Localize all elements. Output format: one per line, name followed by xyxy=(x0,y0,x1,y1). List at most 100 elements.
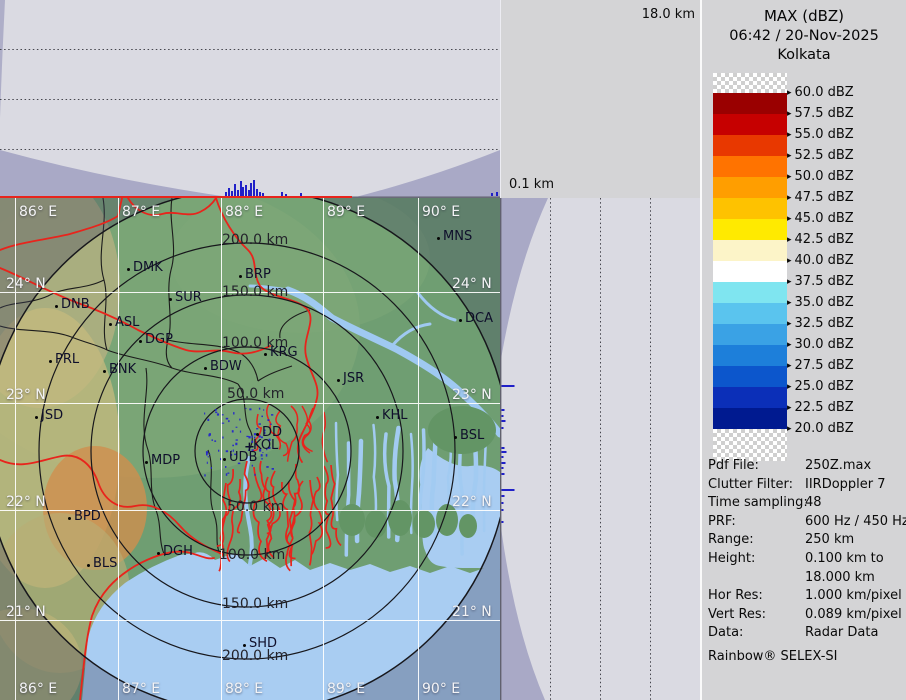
legend-level-label: ▸60.0 dBZ xyxy=(787,85,854,100)
legend-level-label: ▸32.5 dBZ xyxy=(787,316,854,331)
level-arrow-icon: ▸ xyxy=(787,130,792,140)
level-value: 27.5 dBZ xyxy=(795,358,854,373)
level-arrow-icon: ▸ xyxy=(787,151,792,161)
metadata-rows: Pdf File:250Z.maxClutter Filter:IIRDoppl… xyxy=(708,457,904,643)
metadata-label: PRF: xyxy=(708,513,805,532)
metadata-label: Height: xyxy=(708,550,805,569)
top-height-projection-panel xyxy=(0,0,501,198)
metadata-row: Pdf File:250Z.max xyxy=(708,457,904,476)
metadata-row: 18.000 km xyxy=(708,569,904,588)
legend-band xyxy=(713,177,787,198)
level-arrow-icon: ▸ xyxy=(787,88,792,98)
legend-level-label: ▸47.5 dBZ xyxy=(787,190,854,205)
legend-band xyxy=(713,366,787,387)
level-arrow-icon: ▸ xyxy=(787,424,792,434)
radar-map-canvas[interactable]: 86° E86° E87° E87° E88° E88° E89° E89° E… xyxy=(0,198,500,700)
color-scale xyxy=(713,73,787,461)
right-panel-canvas xyxy=(500,198,700,700)
legend-level-label: ▸50.0 dBZ xyxy=(787,169,854,184)
level-arrow-icon: ▸ xyxy=(787,235,792,245)
echo-height-marks xyxy=(502,385,515,523)
level-arrow-icon: ▸ xyxy=(787,214,792,224)
level-value: 40.0 dBZ xyxy=(795,253,854,268)
product-datetime: 06:42 / 20-Nov-2025 xyxy=(702,27,906,46)
metadata-value: 250 km xyxy=(805,531,854,550)
metadata-label: Range: xyxy=(708,531,805,550)
legend-checker-top xyxy=(713,73,787,93)
level-value: 22.5 dBZ xyxy=(795,400,854,415)
metadata-label: Clutter Filter: xyxy=(708,476,805,495)
legend-band xyxy=(713,303,787,324)
metadata-value: IIRDoppler 7 xyxy=(805,476,886,495)
level-arrow-icon: ▸ xyxy=(787,382,792,392)
legend-band xyxy=(713,93,787,114)
legend-band xyxy=(713,198,787,219)
level-value: 47.5 dBZ xyxy=(795,190,854,205)
level-arrow-icon: ▸ xyxy=(787,361,792,371)
legend-level-label: ▸22.5 dBZ xyxy=(787,400,854,415)
metadata-value: Radar Data xyxy=(805,624,878,643)
level-arrow-icon: ▸ xyxy=(787,172,792,182)
metadata-label xyxy=(708,569,805,588)
legend-level-label: ▸45.0 dBZ xyxy=(787,211,854,226)
level-value: 20.0 dBZ xyxy=(795,421,854,436)
legend-level-label: ▸27.5 dBZ xyxy=(787,358,854,373)
level-arrow-icon: ▸ xyxy=(787,298,792,308)
height-scale-min-label: 0.1 km xyxy=(509,177,554,192)
level-arrow-icon: ▸ xyxy=(787,340,792,350)
legend-level-label: ▸25.0 dBZ xyxy=(787,379,854,394)
metadata-row: Height:0.100 km to xyxy=(708,550,904,569)
level-value: 50.0 dBZ xyxy=(795,169,854,184)
metadata-value: 0.089 km/pixel xyxy=(805,606,902,625)
legend-level-label: ▸20.0 dBZ xyxy=(787,421,854,436)
product-metadata: Pdf File:250Z.maxClutter Filter:IIRDoppl… xyxy=(708,457,904,667)
metadata-row: Data:Radar Data xyxy=(708,624,904,643)
height-gridlines xyxy=(551,198,651,700)
level-value: 35.0 dBZ xyxy=(795,295,854,310)
metadata-row: Hor Res:1.000 km/pixel xyxy=(708,587,904,606)
level-value: 60.0 dBZ xyxy=(795,85,854,100)
legend-band xyxy=(713,345,787,366)
level-arrow-icon: ▸ xyxy=(787,256,792,266)
metadata-label: Hor Res: xyxy=(708,587,805,606)
top-panel-canvas xyxy=(0,0,500,198)
product-header: MAX (dBZ) 06:42 / 20-Nov-2025 Kolkata xyxy=(702,0,906,65)
metadata-row: Vert Res:0.089 km/pixel xyxy=(708,606,904,625)
right-height-projection-panel xyxy=(500,198,700,700)
metadata-row: Clutter Filter:IIRDoppler 7 xyxy=(708,476,904,495)
metadata-value: 18.000 km xyxy=(805,569,875,588)
level-arrow-icon: ▸ xyxy=(787,403,792,413)
legend-band xyxy=(713,114,787,135)
legend-band xyxy=(713,408,787,429)
metadata-label: Data: xyxy=(708,624,805,643)
coverage-wedge-bottom xyxy=(500,520,545,700)
legend-level-label: ▸55.0 dBZ xyxy=(787,127,854,142)
level-value: 45.0 dBZ xyxy=(795,211,854,226)
legend-level-label: ▸37.5 dBZ xyxy=(787,274,854,289)
legend-level-label: ▸40.0 dBZ xyxy=(787,253,854,268)
level-value: 32.5 dBZ xyxy=(795,316,854,331)
coverage-wedge-top xyxy=(500,198,548,365)
legend-band xyxy=(713,240,787,261)
station-name: Kolkata xyxy=(702,46,906,65)
metadata-row: PRF:600 Hz / 450 Hz xyxy=(708,513,904,532)
level-value: 37.5 dBZ xyxy=(795,274,854,289)
legend-band xyxy=(713,261,787,282)
metadata-row: Time sampling:48 xyxy=(708,494,904,513)
metadata-label: Time sampling: xyxy=(708,494,805,513)
coverage-wedge-left xyxy=(0,150,235,198)
legend-band xyxy=(713,219,787,240)
level-value: 42.5 dBZ xyxy=(795,232,854,247)
metadata-label: Vert Res: xyxy=(708,606,805,625)
level-value: 57.5 dBZ xyxy=(795,106,854,121)
legend-level-label: ▸57.5 dBZ xyxy=(787,106,854,121)
metadata-value: 48 xyxy=(805,494,822,513)
legend-level-label: ▸35.0 dBZ xyxy=(787,295,854,310)
legend-band xyxy=(713,282,787,303)
legend-level-label: ▸52.5 dBZ xyxy=(787,148,854,163)
metadata-value: 250Z.max xyxy=(805,457,871,476)
legend-band xyxy=(713,387,787,408)
map-graphics xyxy=(0,198,500,700)
metadata-value: 0.100 km to xyxy=(805,550,884,569)
radar-display-window: { "header": { "product": "MAX (dBZ)", "d… xyxy=(0,0,906,700)
